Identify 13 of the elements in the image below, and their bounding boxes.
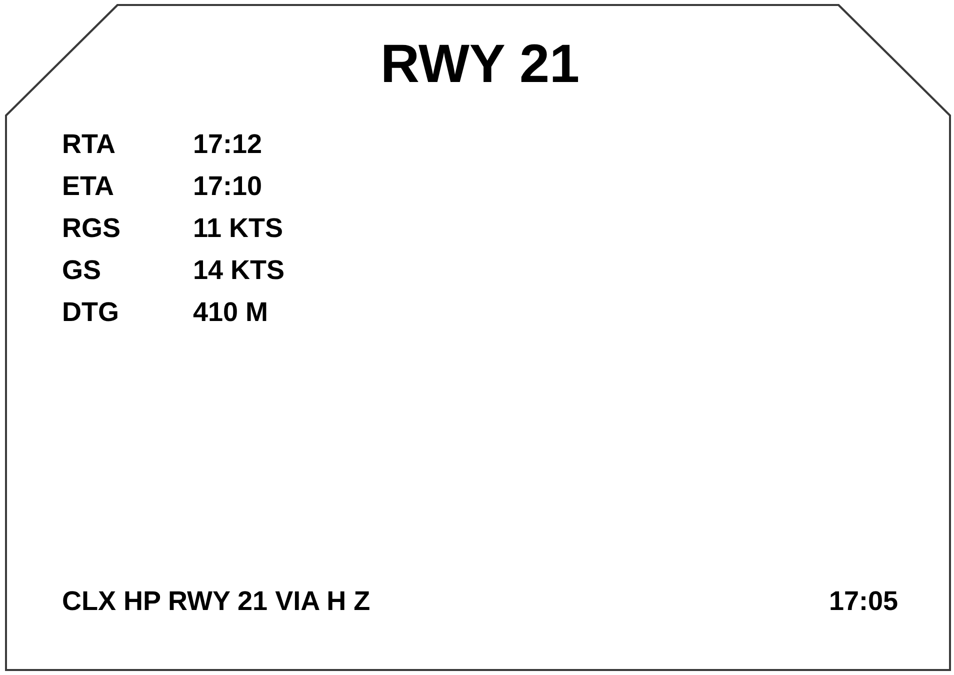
field-label: RTA <box>62 128 116 161</box>
field-value: 410 M <box>193 296 268 329</box>
runway-title: RWY 21 <box>380 37 580 91</box>
field-value: 14 KTS <box>193 254 285 287</box>
field-label: RGS <box>62 212 122 245</box>
field-label: GS <box>62 254 102 287</box>
field-value: 17:10 <box>193 170 262 203</box>
field-value: 11 KTS <box>193 212 284 245</box>
clearance-message: CLX HP RWY 21 VIA H Z <box>62 585 370 618</box>
field-label: ETA <box>62 170 115 203</box>
field-label: DTG <box>62 296 120 329</box>
field-value: 17:12 <box>193 128 262 161</box>
clock-time: 17:05 <box>828 585 898 618</box>
